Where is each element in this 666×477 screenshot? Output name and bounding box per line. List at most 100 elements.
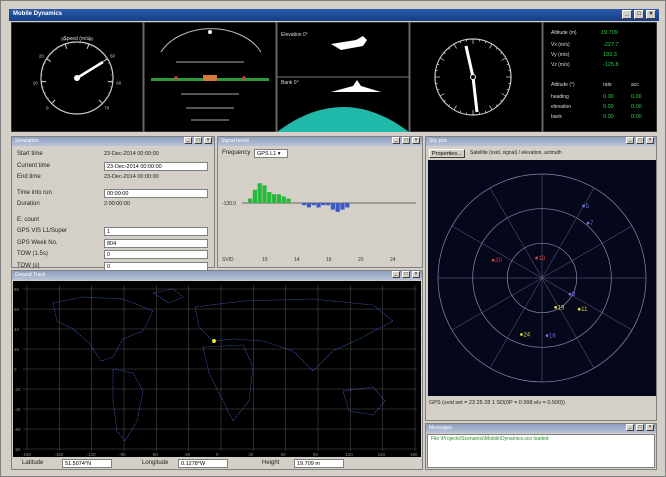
latitude-field[interactable]: 51.5074°N bbox=[62, 459, 112, 468]
ground-track-panel: Ground Track _ □ × 80 60 40 20 0 -20 -40 -60 -80 -1… bbox=[11, 270, 423, 470]
msg-close-button[interactable]: × bbox=[646, 424, 654, 431]
attitude-acc: 0.00 bbox=[631, 104, 642, 110]
msg-minimize-button[interactable]: _ bbox=[626, 424, 634, 431]
svid-tick-label: 14 bbox=[294, 257, 300, 263]
attitude-display: Elevation 0° Bank 0° bbox=[276, 21, 410, 133]
latitude-tick-label: -80 bbox=[14, 447, 21, 452]
latitude-tick-label: 80 bbox=[14, 287, 20, 292]
signal-axis-label: -130.0 bbox=[222, 201, 236, 207]
sim-row-field[interactable]: 00:00:00 bbox=[104, 188, 208, 198]
satellite-label: 24 bbox=[523, 332, 530, 338]
longitude-tick-label: 60 bbox=[281, 452, 287, 457]
longitude-tick-label: 0 bbox=[216, 452, 219, 457]
sim-row-label: Duration bbox=[17, 201, 40, 207]
bank-label: Bank 0° bbox=[281, 80, 299, 86]
longitude-tick-label: -30 bbox=[184, 452, 191, 457]
signal-bar-above bbox=[252, 189, 257, 203]
sim-row-label: E: count bbox=[17, 216, 40, 223]
satellite-marker[interactable] bbox=[568, 292, 572, 296]
message-log: File \Projects\Scenarios\Mobile\Dynamics… bbox=[427, 434, 655, 468]
map-close-button[interactable]: × bbox=[412, 271, 420, 278]
velocity-label: Vy (m/s) bbox=[551, 52, 570, 58]
world-map: 80 60 40 20 0 -20 -40 -60 -80-180 -150 -120 -90 -60 -… bbox=[13, 281, 421, 457]
compass-gauge bbox=[409, 21, 543, 133]
instrument-strip: 0 10 20 30 40 50 60 70 Speed (m/s) Eleva… bbox=[10, 21, 658, 133]
satellite-marker[interactable] bbox=[535, 256, 539, 260]
sky-maximize-button[interactable]: □ bbox=[636, 137, 644, 144]
signal-bar-above bbox=[267, 192, 272, 203]
satellite-marker[interactable] bbox=[545, 334, 549, 337]
sim-minimize-button[interactable]: _ bbox=[184, 137, 192, 144]
velocity-label: Vx (m/s) bbox=[551, 42, 570, 48]
ground-track-panel-title: Ground Track _ □ × bbox=[12, 271, 422, 280]
longitude-tick-label: 150 bbox=[378, 452, 386, 457]
minimize-button[interactable]: _ bbox=[622, 10, 632, 19]
longitude-field[interactable]: 0.1278°W bbox=[178, 459, 228, 468]
longitude-tick-label: -180 bbox=[22, 452, 32, 457]
signal-maximize-button[interactable]: □ bbox=[402, 137, 410, 144]
signal-panel-title: Signal levels _ □ × bbox=[218, 137, 422, 146]
sim-row-label: Current time bbox=[17, 162, 51, 169]
svid-tick-label: 10 bbox=[262, 257, 268, 263]
sim-row-field[interactable]: 804 bbox=[104, 238, 208, 248]
satellite-marker[interactable] bbox=[586, 221, 590, 225]
height-field[interactable]: 19.709 m bbox=[294, 459, 344, 468]
signal-bar-below bbox=[306, 203, 311, 208]
signal-close-button[interactable]: × bbox=[412, 137, 420, 144]
attitude-acc: 0.00 bbox=[631, 94, 642, 100]
satellite-marker[interactable] bbox=[554, 305, 558, 309]
sim-row-field[interactable]: 0 bbox=[104, 250, 208, 259]
satellite-marker[interactable] bbox=[577, 307, 581, 311]
signal-chart: -130.0 SVID 10 14 16 20 24 bbox=[222, 183, 416, 263]
longitude-tick-label: -120 bbox=[87, 452, 97, 457]
vehicle-position-marker bbox=[212, 339, 216, 343]
signal-bar-above bbox=[276, 194, 281, 203]
signal-panel: Signal levels _ □ × Frequency GPS L1 ▾ -13… bbox=[217, 136, 423, 268]
heading-tape bbox=[143, 21, 277, 133]
close-button[interactable]: × bbox=[646, 10, 656, 19]
sim-row-field[interactable]: 1 bbox=[104, 227, 208, 236]
instrument-svg: 0102030 40506070 Speed (m/s) Elevation 0… bbox=[10, 21, 658, 133]
longitude-tick-label: 90 bbox=[313, 452, 319, 457]
signal-minimize-button[interactable]: _ bbox=[392, 137, 400, 144]
sky-minimize-button[interactable]: _ bbox=[626, 137, 634, 144]
position-bar: Latitude 51.5074°N Longitude 0.1278°W He… bbox=[12, 459, 422, 470]
latitude-tick-label: 20 bbox=[14, 347, 20, 352]
satellite-marker[interactable] bbox=[582, 204, 585, 208]
att-col-rate: rate bbox=[603, 82, 612, 88]
map-maximize-button[interactable]: □ bbox=[402, 271, 410, 278]
signal-bar-below bbox=[302, 203, 307, 206]
sim-row-label: TOW (1.5s) bbox=[17, 251, 48, 257]
velocity-value: -227.7 bbox=[603, 42, 619, 48]
sim-maximize-button[interactable]: □ bbox=[194, 137, 202, 144]
frequency-select[interactable]: GPS L1 ▾ bbox=[254, 149, 288, 158]
msg-maximize-button[interactable]: □ bbox=[636, 424, 644, 431]
speed-tick-label: 10 bbox=[33, 81, 39, 86]
speed-tick-label: 70 bbox=[104, 106, 110, 111]
title-bar: Mobile Dynamics _ □ × bbox=[9, 9, 659, 21]
sim-row-label: Start time bbox=[17, 151, 43, 157]
latitude-label: Latitude bbox=[22, 460, 44, 466]
latitude-tick-label: -20 bbox=[14, 387, 21, 392]
sim-close-button[interactable]: × bbox=[204, 137, 212, 144]
satellite-marker[interactable] bbox=[491, 258, 495, 262]
skyplot-panel-title: Sky plot _ □ × bbox=[426, 137, 656, 146]
satellite-marker[interactable] bbox=[520, 333, 523, 336]
signal-bar-below bbox=[340, 203, 345, 210]
signal-bar-above bbox=[257, 183, 262, 203]
longitude-tick-label: 120 bbox=[345, 452, 353, 457]
sim-row-field[interactable]: 23-Dec-2014 00:00:00 bbox=[104, 161, 208, 171]
sky-close-button[interactable]: × bbox=[646, 137, 654, 144]
velocity-label: Vz (m/s) bbox=[551, 62, 570, 68]
attitude-label: elevation bbox=[551, 104, 571, 110]
skyplot-panel: Sky plot _ □ × Properties... Satellite (sv… bbox=[425, 136, 657, 421]
sim-row-label: GPS Week No. bbox=[17, 239, 58, 246]
signal-bar-above bbox=[281, 196, 286, 203]
maximize-button[interactable]: □ bbox=[634, 10, 644, 19]
skyplot-hint: Satellite (svid, signal) / elevation, az… bbox=[470, 150, 562, 156]
properties-button[interactable]: Properties... bbox=[429, 149, 465, 158]
latitude-tick-label: 40 bbox=[14, 327, 20, 332]
speed-title: Speed (m/s) bbox=[63, 36, 91, 42]
map-minimize-button[interactable]: _ bbox=[392, 271, 400, 278]
skyplot-chart: 20 1375111924 168 bbox=[428, 160, 656, 396]
